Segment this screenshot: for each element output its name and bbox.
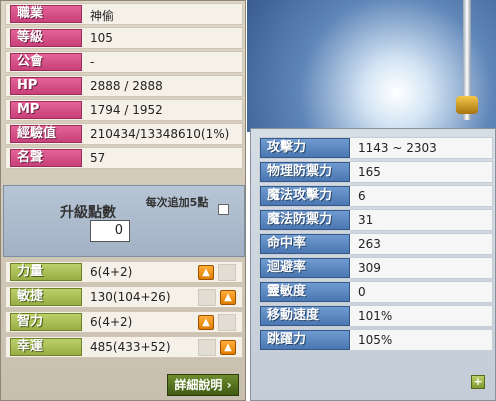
combat-row-phys-def: 物理防禦力 165 — [259, 161, 493, 183]
magic-def-label: 魔法防禦力 — [260, 210, 350, 230]
auto-assign-5-hint: 每次追加5點 — [145, 196, 209, 209]
str-label: 力量 — [10, 263, 82, 281]
hands-value: 0 — [358, 285, 366, 299]
jump-label: 跳躍力 — [260, 330, 350, 350]
combat-row-magic-def: 魔法防禦力 31 — [259, 209, 493, 231]
info-row-exp: 經驗值 210434/13348610(1%) — [5, 123, 243, 145]
fame-value: 57 — [90, 151, 106, 165]
luk-slot — [198, 339, 216, 356]
details-button-label: 詳細說明 — [174, 378, 223, 392]
int-label: 智力 — [10, 313, 82, 331]
dex-label: 敏捷 — [10, 288, 82, 306]
scene-ornament — [456, 96, 478, 114]
luk-label: 幸運 — [10, 338, 82, 356]
attack-label: 攻擊力 — [260, 138, 350, 158]
magic-atk-label: 魔法攻擊力 — [260, 186, 350, 206]
job-label: 職業 — [10, 5, 82, 23]
str-up-button[interactable]: ▲ — [198, 265, 214, 280]
arrow-right-icon: › — [226, 378, 232, 392]
avoid-value: 309 — [358, 261, 381, 275]
details-button[interactable]: 詳細說明 › — [167, 374, 239, 396]
combat-row-magic-atk: 魔法攻擊力 6 — [259, 185, 493, 207]
dex-slot — [198, 289, 216, 306]
luk-value: 485(433+52) — [90, 340, 171, 354]
info-row-job: 職業 神偷 — [5, 3, 243, 25]
exp-label: 經驗值 — [10, 125, 82, 143]
info-row-guild: 公會 - — [5, 51, 243, 73]
stat-row-dex: 敏捷 130(104+26) ▲ — [5, 286, 243, 308]
combat-row-accuracy: 命中率 263 — [259, 233, 493, 255]
speed-label: 移動速度 — [260, 306, 350, 326]
accuracy-label: 命中率 — [260, 234, 350, 254]
detail-stat-window: 攻擊力 1143 ~ 2303 物理防禦力 165 魔法攻擊力 6 魔法防禦力 … — [250, 128, 496, 401]
luk-up-button[interactable]: ▲ — [220, 340, 236, 355]
avoid-label: 迴避率 — [260, 258, 350, 278]
expand-icon[interactable]: + — [471, 375, 485, 389]
stat-row-str: 力量 6(4+2) ▲ — [5, 261, 243, 283]
dex-value: 130(104+26) — [90, 290, 171, 304]
str-value: 6(4+2) — [90, 265, 133, 279]
auto-assign-5-checkbox[interactable] — [218, 204, 229, 215]
combat-row-hands: 靈敏度 0 — [259, 281, 493, 303]
int-up-button[interactable]: ▲ — [198, 315, 214, 330]
info-row-level: 等級 105 — [5, 27, 243, 49]
dex-up-button[interactable]: ▲ — [220, 290, 236, 305]
exp-value: 210434/13348610(1%) — [90, 127, 230, 141]
info-row-mp: MP 1794 / 1952 — [5, 99, 243, 121]
hands-label: 靈敏度 — [260, 282, 350, 302]
stat-row-luk: 幸運 485(433+52) ▲ — [5, 336, 243, 358]
mp-label: MP — [10, 101, 82, 119]
magic-def-value: 31 — [358, 213, 374, 227]
ability-points-box: 升級點數 每次追加5點 0 — [3, 185, 245, 257]
ability-points-value: 0 — [90, 220, 130, 242]
level-label: 等級 — [10, 29, 82, 47]
hp-label: HP — [10, 77, 82, 95]
attack-value: 1143 ~ 2303 — [358, 141, 437, 155]
stat-row-int: 智力 6(4+2) ▲ — [5, 311, 243, 333]
job-value: 神偷 — [90, 9, 115, 23]
phys-def-label: 物理防禦力 — [260, 162, 350, 182]
int-slot — [218, 314, 236, 331]
level-value: 105 — [90, 31, 113, 45]
mp-value: 1794 / 1952 — [90, 103, 163, 117]
int-value: 6(4+2) — [90, 315, 133, 329]
accuracy-value: 263 — [358, 237, 381, 251]
game-scene-background — [247, 0, 496, 132]
info-row-hp: HP 2888 / 2888 — [5, 75, 243, 97]
combat-row-avoid: 迴避率 309 — [259, 257, 493, 279]
fame-label: 名聲 — [10, 149, 82, 167]
str-slot — [218, 264, 236, 281]
character-stat-window: 職業 神偷 等級 105 公會 - HP 2888 / 2888 MP 1794… — [0, 0, 246, 401]
guild-value: - — [90, 55, 95, 69]
combat-row-attack: 攻擊力 1143 ~ 2303 — [259, 137, 493, 159]
combat-row-speed: 移動速度 101% — [259, 305, 493, 327]
guild-label: 公會 — [10, 53, 82, 71]
phys-def-value: 165 — [358, 165, 381, 179]
jump-value: 105% — [358, 333, 393, 347]
hp-value: 2888 / 2888 — [90, 79, 163, 93]
speed-value: 101% — [358, 309, 393, 323]
info-row-fame: 名聲 57 — [5, 147, 243, 169]
combat-row-jump: 跳躍力 105% — [259, 329, 493, 351]
magic-atk-value: 6 — [358, 189, 366, 203]
ability-points-title: 升級點數 — [60, 205, 116, 221]
